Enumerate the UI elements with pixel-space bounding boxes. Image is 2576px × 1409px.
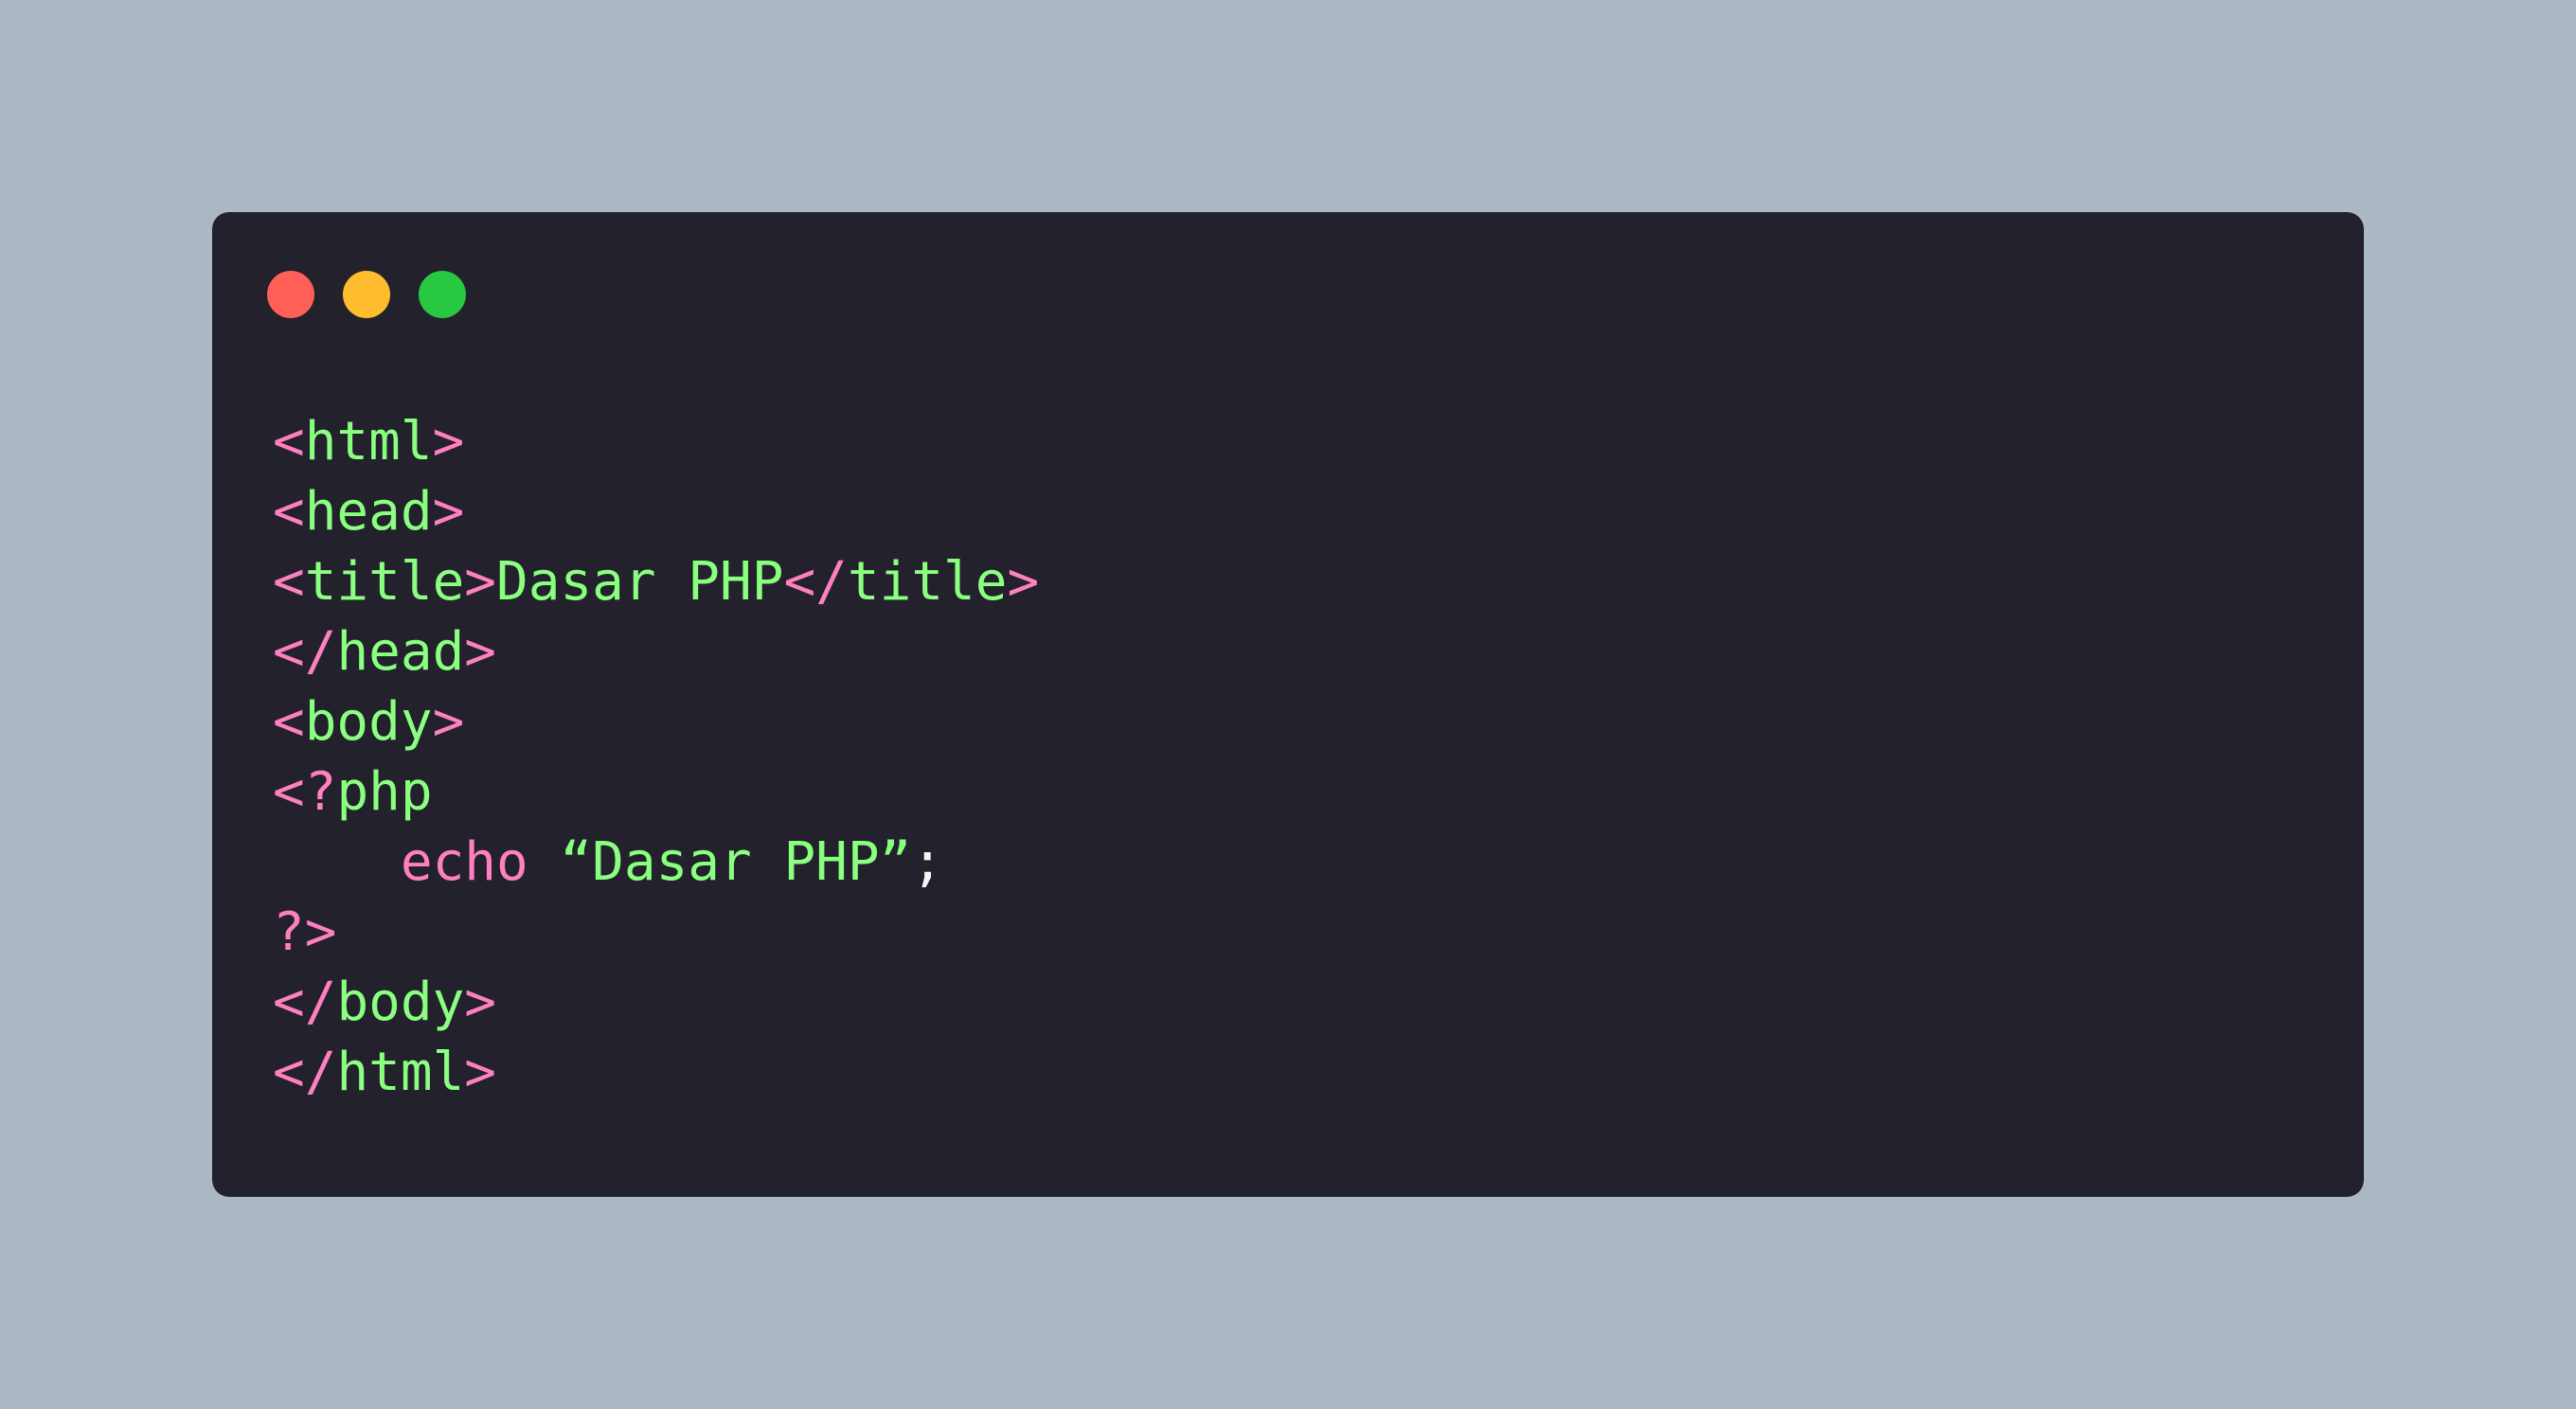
code-token: title [847,551,1008,613]
code-token: </ [783,551,848,613]
code-token: </ [273,621,337,683]
window-controls [267,271,466,318]
code-token: Dasar PHP [496,551,784,613]
code-line: <?php [273,758,1039,828]
code-token: > [464,1042,497,1103]
code-line: echo “Dasar PHP”; [273,828,1039,898]
code-token: < [273,551,305,613]
code-token: php [336,761,433,823]
code-token: <? [273,761,337,823]
code-line: <head> [273,477,1039,547]
code-token: head [304,481,433,543]
code-line: </head> [273,617,1039,687]
code-token: > [432,691,465,753]
code-token: head [336,621,465,683]
code-line: </html> [273,1038,1039,1108]
maximize-dot[interactable] [419,271,466,318]
code-token: </ [273,1042,337,1103]
code-line: ?> [273,898,1039,968]
code-line: <html> [273,407,1039,477]
code-line: <title>Dasar PHP</title> [273,547,1039,617]
minimize-dot[interactable] [343,271,390,318]
code-token: echo [400,831,528,893]
code-token: ; [911,831,944,893]
code-line: </body> [273,968,1039,1038]
code-token: > [432,481,465,543]
code-block: <html> <head> <title>Dasar PHP</title> </he… [273,407,1039,1108]
code-token: “Dasar PHP” [560,831,912,893]
code-token: ?> [273,901,337,963]
code-token: body [304,691,433,753]
code-token: < [273,411,305,473]
code-token: > [464,621,497,683]
code-window: <html> <head> <title>Dasar PHP</title> </he… [212,212,2364,1197]
code-token: < [273,481,305,543]
code-line: <body> [273,687,1039,758]
code-token: > [464,551,497,613]
code-token: > [1007,551,1040,613]
code-token: </ [273,972,337,1033]
code-token: html [336,1042,465,1103]
code-token: > [464,972,497,1033]
code-token: > [432,411,465,473]
code-token: < [273,691,305,753]
code-token: html [304,411,433,473]
code-token: body [336,972,465,1033]
close-dot[interactable] [267,271,314,318]
code-token: title [304,551,465,613]
